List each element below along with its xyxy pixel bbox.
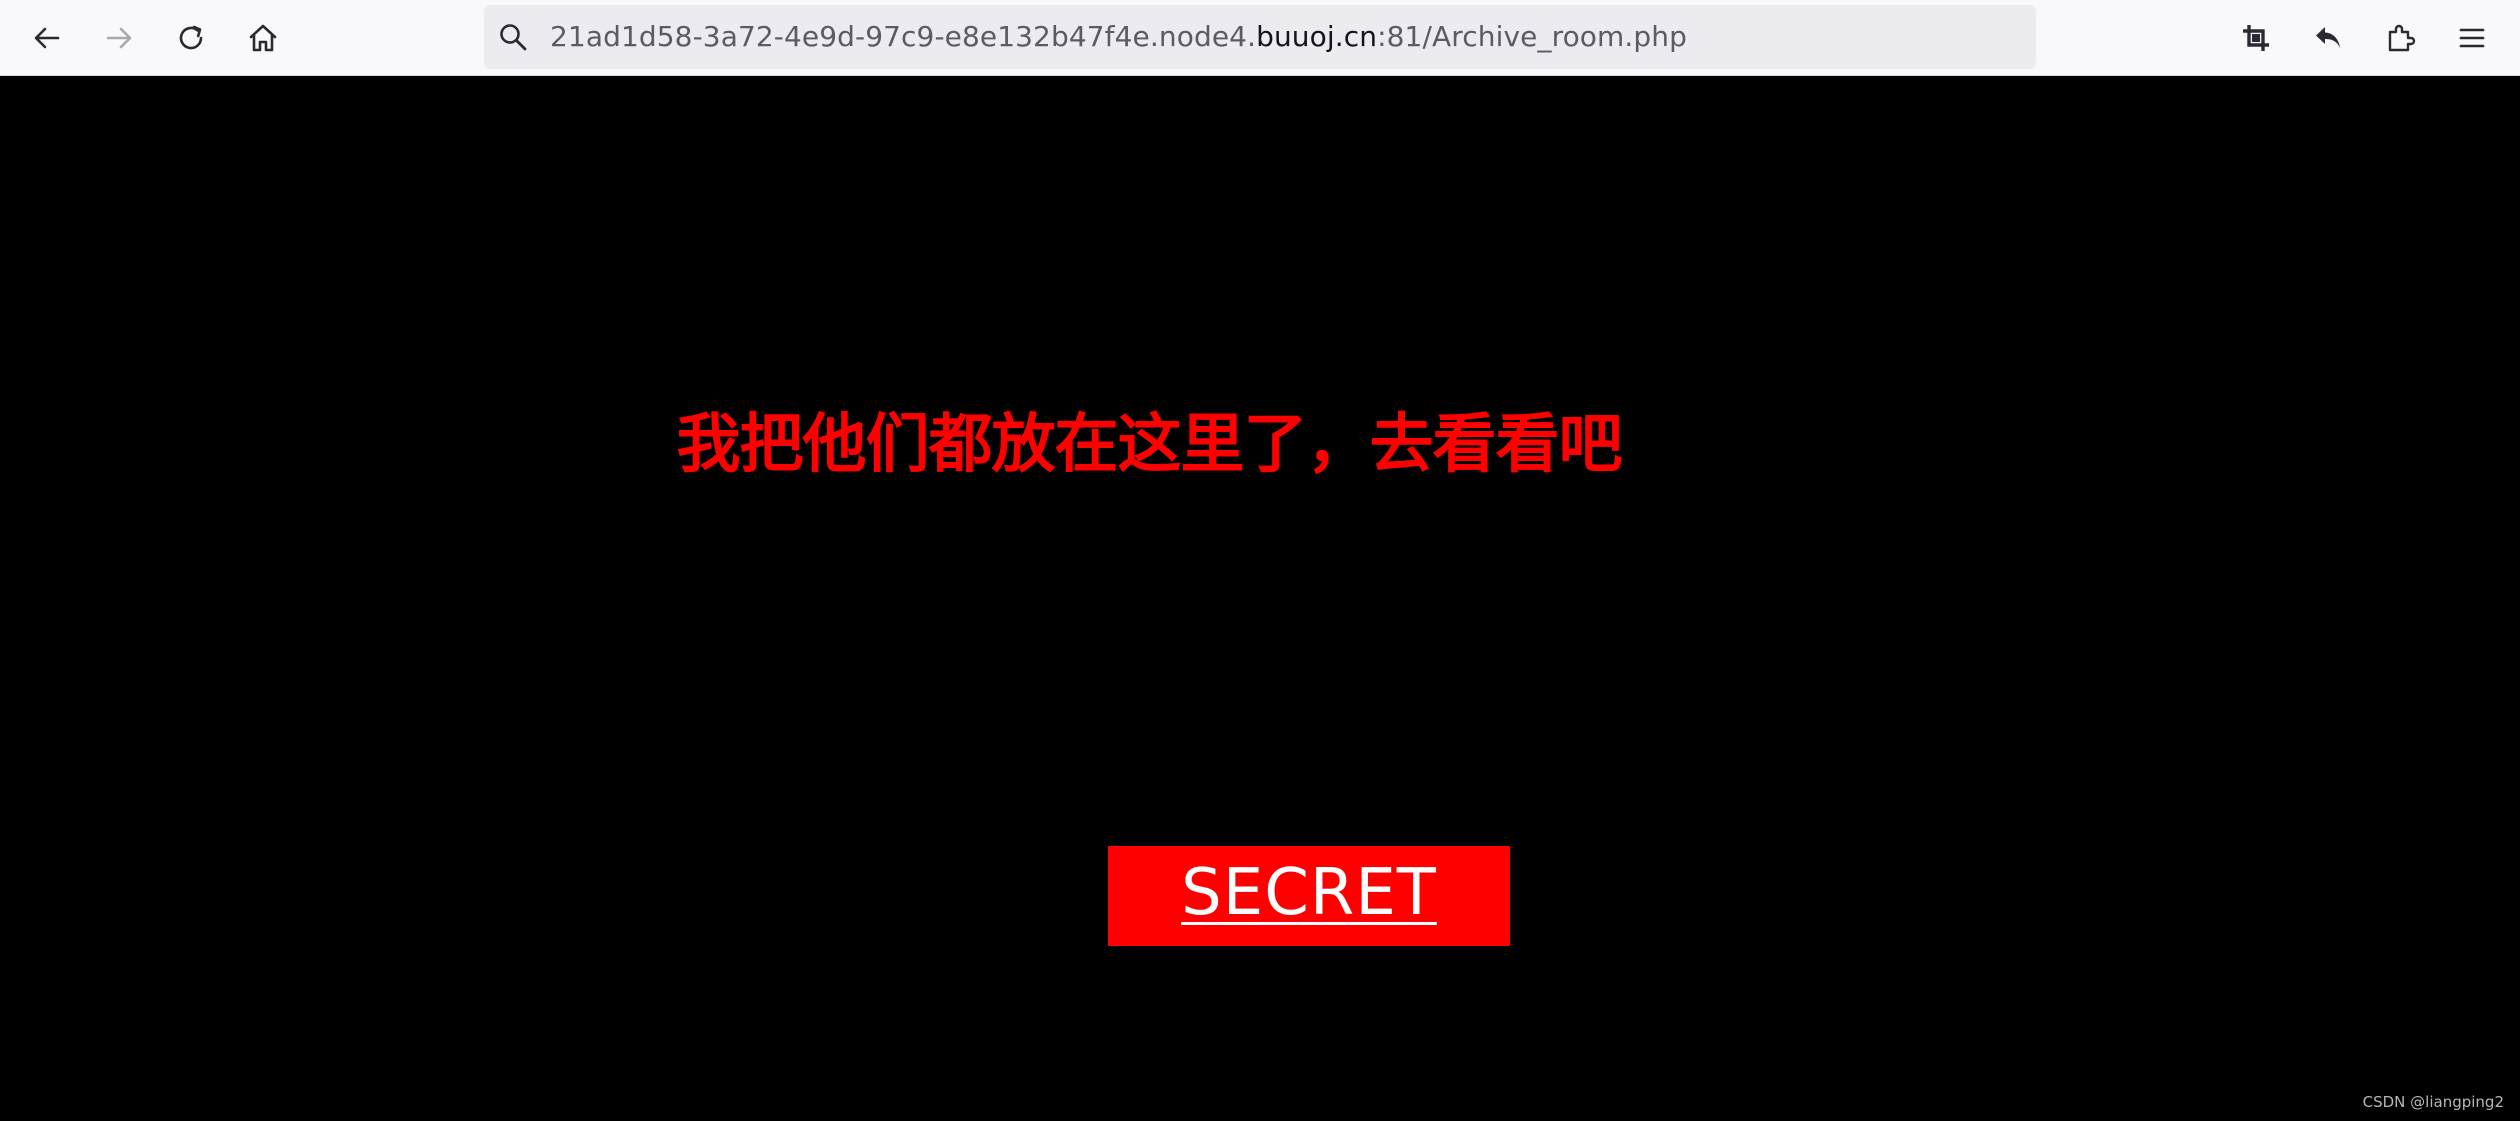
- url-suffix: :81/Archive_room.php: [1377, 20, 1687, 53]
- crop-icon: [2243, 25, 2269, 51]
- search-icon: [500, 24, 527, 51]
- hamburger-menu-icon: [2459, 28, 2485, 48]
- page-headline: 我把他们都放在这里了，去看看吧: [676, 408, 1623, 482]
- puzzle-icon: [2388, 24, 2416, 52]
- arrow-right-icon: [106, 27, 132, 49]
- secret-button[interactable]: SECRET: [1108, 846, 1510, 946]
- url-domain: buuoj.cn: [1256, 20, 1378, 53]
- page-content: 我把他们都放在这里了，去看看吧 SECRET CSDN @liangping2: [0, 76, 2520, 1121]
- undo-button[interactable]: [2304, 14, 2352, 62]
- arrow-left-icon: [34, 27, 60, 49]
- address-bar[interactable]: 21ad1d58-3a72-4e9d-97c9-e8e132b47f4e.nod…: [484, 5, 2036, 69]
- url-text[interactable]: 21ad1d58-3a72-4e9d-97c9-e8e132b47f4e.nod…: [550, 5, 1687, 69]
- reload-button[interactable]: [167, 14, 215, 62]
- home-button[interactable]: [239, 14, 287, 62]
- reply-icon: [2316, 27, 2340, 48]
- forward-button[interactable]: [95, 14, 143, 62]
- screenshot-button[interactable]: [2232, 14, 2280, 62]
- back-button[interactable]: [23, 14, 71, 62]
- url-prefix: 21ad1d58-3a72-4e9d-97c9-e8e132b47f4e.nod…: [550, 20, 1257, 53]
- secret-button-label: SECRET: [1181, 856, 1437, 930]
- extensions-button[interactable]: [2376, 14, 2424, 62]
- browser-toolbar: 21ad1d58-3a72-4e9d-97c9-e8e132b47f4e.nod…: [0, 0, 2520, 76]
- watermark: CSDN @liangping2: [2362, 1093, 2504, 1111]
- menu-button[interactable]: [2448, 14, 2496, 62]
- reload-icon: [179, 25, 203, 50]
- home-icon: [249, 24, 277, 52]
